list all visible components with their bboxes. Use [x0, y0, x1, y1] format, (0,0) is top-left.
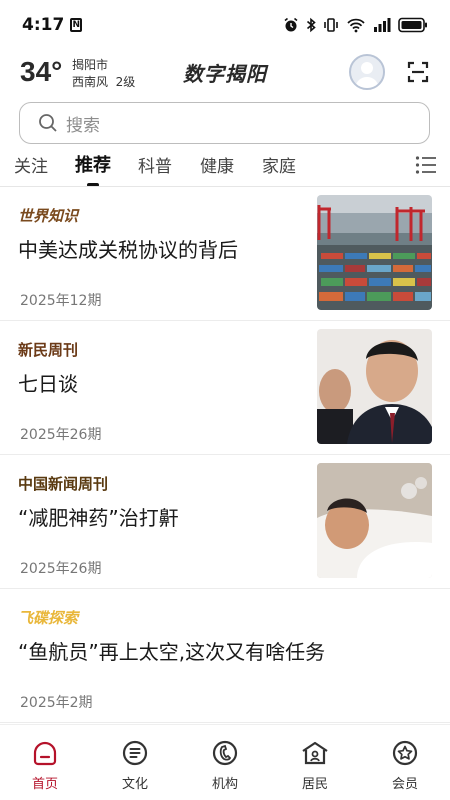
tab-health[interactable]: 健康: [200, 152, 234, 177]
institution-icon: [212, 740, 238, 766]
article-title: “减肥神药”治打鼾: [18, 506, 179, 530]
article-source: 世界知识: [18, 207, 79, 225]
article-issue: 2025年2期: [20, 695, 93, 711]
article-item[interactable]: 中国新闻周刊 “减肥神药”治打鼾 2025年26期: [0, 455, 450, 589]
tab-follow[interactable]: 关注: [14, 152, 48, 177]
home-icon: [33, 741, 57, 766]
article-source: 新民周刊: [18, 341, 79, 359]
status-right: [283, 17, 428, 33]
bluetooth-icon: [306, 17, 316, 33]
nav-culture[interactable]: 文化: [105, 739, 165, 792]
nav-label: 机构: [211, 777, 238, 792]
nav-member[interactable]: 会员: [375, 739, 435, 792]
nav-institution[interactable]: 机构: [195, 739, 255, 792]
wind-info: 西南风 2级: [72, 75, 136, 89]
article-issue: 2025年12期: [20, 293, 102, 309]
battery-icon: [398, 17, 427, 33]
nav-label: 首页: [31, 777, 58, 792]
category-tabs: 关注 推荐 科普 健康 家庭: [0, 150, 450, 187]
article-title: 七日谈: [18, 372, 78, 396]
article-item[interactable]: 飞碟探索 “鱼航员”再上太空,这次又有啥任务 2025年2期: [0, 589, 450, 723]
article-source: 中国新闻周刊: [18, 475, 109, 493]
article-item[interactable]: 世界知识 中美达成关税协议的背后 2025年12期: [0, 187, 450, 321]
article-issue: 2025年26期: [20, 561, 102, 577]
article-thumbnail-port: [317, 195, 432, 310]
bottom-nav: 首页 文化 机构 居民 会员: [0, 724, 450, 800]
tab-science[interactable]: 科普: [138, 152, 172, 177]
signal-icon: [374, 18, 391, 32]
nav-residents[interactable]: 居民: [285, 739, 345, 792]
nav-label: 会员: [391, 777, 418, 792]
article-title: “鱼航员”再上太空,这次又有啥任务: [18, 640, 326, 664]
city-name: 揭阳市: [72, 58, 109, 72]
status-left: 4:17 N: [22, 15, 83, 35]
member-icon: [392, 740, 418, 766]
scan-icon[interactable]: [406, 60, 430, 84]
app-title: 数字揭阳: [183, 62, 267, 86]
vibrate-icon: [324, 18, 338, 32]
article-title: 中美达成关税协议的背后: [18, 238, 238, 262]
status-time: 4:17: [22, 15, 65, 35]
wifi-icon: [347, 18, 365, 33]
tab-recommend[interactable]: 推荐: [75, 151, 111, 177]
article-source: 飞碟探索: [18, 609, 79, 627]
nav-home[interactable]: 首页: [15, 739, 75, 792]
header: 34° 揭阳市 西南风 2级 数字揭阳: [0, 52, 450, 96]
nav-label: 文化: [121, 777, 148, 792]
temperature: 34°: [20, 56, 63, 87]
nfc-icon: N: [70, 18, 83, 32]
culture-icon: [122, 740, 148, 766]
article-item[interactable]: 新民周刊 七日谈 2025年26期: [0, 321, 450, 455]
article-thumbnail-sleeping: [317, 463, 432, 578]
weather-info[interactable]: 揭阳市 西南风 2级: [72, 57, 135, 91]
search-placeholder: 搜索: [66, 115, 100, 136]
user-avatar-icon: [355, 62, 379, 88]
status-bar: 4:17 N: [0, 0, 450, 50]
nav-label: 居民: [301, 777, 328, 792]
avatar[interactable]: [349, 54, 385, 90]
search-icon: [39, 114, 57, 132]
residents-icon: [302, 741, 328, 765]
tab-menu-icon[interactable]: [415, 155, 437, 175]
article-issue: 2025年26期: [20, 427, 102, 443]
tab-family[interactable]: 家庭: [262, 152, 296, 177]
search-input[interactable]: 搜索: [19, 102, 430, 144]
article-thumbnail-portrait: [317, 329, 432, 444]
alarm-icon: [284, 17, 298, 32]
